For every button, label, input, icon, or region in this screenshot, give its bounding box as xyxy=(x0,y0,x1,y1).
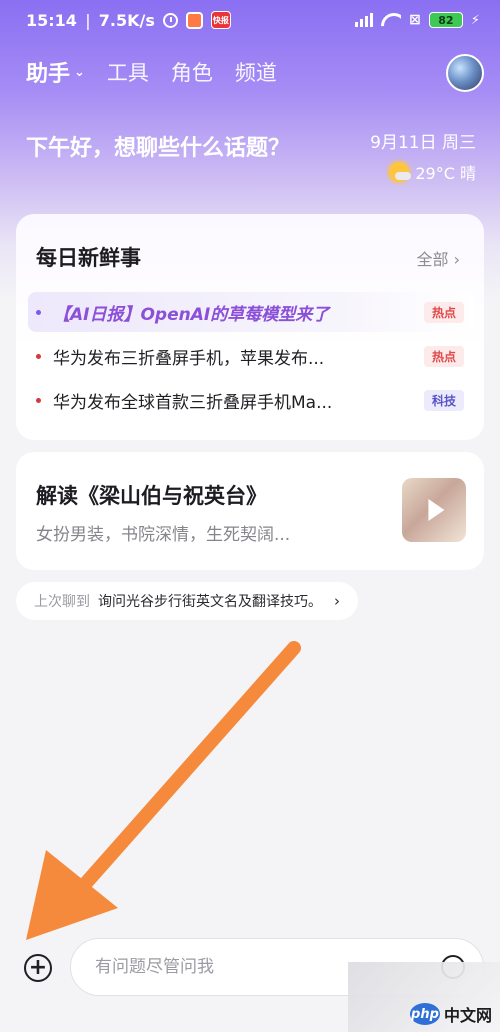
news-item-text: 华为发布三折叠屏手机，苹果发布... xyxy=(53,348,325,369)
date-text: 9月11日 周三 xyxy=(370,133,476,153)
news-item-text: 华为发布全球首款三折叠屏手机Ma... xyxy=(53,392,333,413)
php-badge: php xyxy=(409,1003,440,1025)
hot-tag: 热点 xyxy=(423,301,464,323)
greeting-text: 下午好，想聊些什么话题？ xyxy=(26,136,291,161)
php-logo: php 中文网 xyxy=(409,1002,492,1026)
tech-tag: 科技 xyxy=(423,389,464,411)
wifi-icon xyxy=(381,13,401,27)
weather-text: 29°C 晴 xyxy=(415,164,476,183)
tab-channels[interactable]: 频道 xyxy=(235,57,277,87)
news-item-text: 【AI日报】OpenAI的草莓模型来了 xyxy=(53,304,330,325)
top-nav: 助手 ⌄ 工具 角色 频道 xyxy=(26,56,277,88)
last-chat-prefix: 上次聊到 xyxy=(34,594,90,610)
tab-assistant[interactable]: 助手 ⌄ xyxy=(26,56,85,88)
charging-icon: ⚡ xyxy=(470,12,480,28)
status-separator: | xyxy=(84,10,91,30)
arrow-head xyxy=(26,850,118,940)
status-bar: 15:14 | 7.5K/s 快报 ⊠ 82 ⚡ xyxy=(0,0,500,40)
tab-tools[interactable]: 工具 xyxy=(107,57,149,87)
signal-icon xyxy=(355,13,374,27)
feature-subtitle: 女扮男装，书院深情，生死契阔... xyxy=(36,525,291,545)
alarm-icon xyxy=(162,12,178,28)
battery-level: 82 xyxy=(438,13,454,27)
app-notification-icon xyxy=(185,11,203,29)
watermark-text: 中文网 xyxy=(443,1006,492,1025)
feature-card[interactable]: 解读《梁山伯与祝英台》 女扮男装，书院深情，生死契阔... xyxy=(16,452,484,570)
bullet-dot xyxy=(36,353,41,359)
daily-news-card: 每日新鲜事 全部 › 【AI日报】OpenAI的草莓模型来了 热点 华为发布三折… xyxy=(16,214,484,440)
avatar[interactable] xyxy=(446,54,484,92)
news-item[interactable]: 华为发布三折叠屏手机，苹果发布... 热点 xyxy=(28,336,474,376)
arrow-shaft xyxy=(71,641,301,899)
battery-icon: 82 xyxy=(428,12,463,28)
network-speed: 7.5K/s xyxy=(98,10,155,30)
news-item[interactable]: 华为发布全球首款三折叠屏手机Ma... 科技 xyxy=(28,380,474,420)
play-icon xyxy=(428,499,445,521)
hot-tag: 热点 xyxy=(423,345,464,367)
bullet-dot xyxy=(36,309,41,315)
view-all-link[interactable]: 全部 › xyxy=(417,246,461,270)
partly-sunny-icon xyxy=(389,162,412,182)
tab-roles[interactable]: 角色 xyxy=(171,57,213,87)
news-app-notification-icon: 快报 xyxy=(210,11,231,29)
status-time: 15:14 xyxy=(26,10,77,30)
last-chat-topic: 询问光谷步行街英文名及翻译技巧。 xyxy=(98,594,322,610)
mute-icon: ⊠ xyxy=(409,12,421,28)
news-item[interactable]: 【AI日报】OpenAI的草莓模型来了 热点 xyxy=(28,292,474,332)
feature-title: 解读《梁山伯与祝英台》 xyxy=(36,484,267,508)
add-attachment-button[interactable]: + xyxy=(24,954,52,982)
weather: 29°C 晴 xyxy=(389,160,476,184)
watermark: php 中文网 xyxy=(348,962,500,1032)
video-thumbnail[interactable] xyxy=(402,478,466,542)
chevron-down-icon: ⌄ xyxy=(74,64,85,80)
chevron-right-icon: › xyxy=(334,592,340,610)
bullet-dot xyxy=(36,397,41,403)
daily-news-title: 每日新鲜事 xyxy=(36,246,141,270)
last-chat-pill[interactable]: 上次聊到 询问光谷步行街英文名及翻译技巧。 › xyxy=(16,582,358,620)
tab-assistant-label: 助手 xyxy=(26,62,71,87)
